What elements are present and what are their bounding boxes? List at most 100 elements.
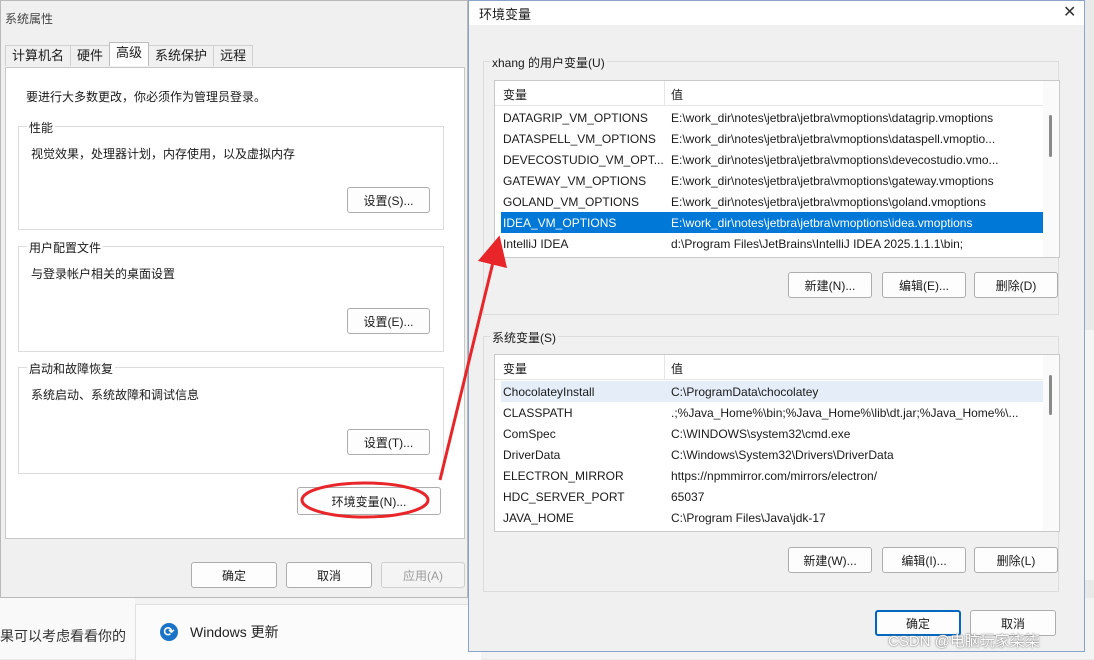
row-variable: DATAGRIP_VM_OPTIONS [503, 111, 648, 125]
list-header: 变量 值 [495, 81, 1043, 106]
scrollbar-thumb[interactable] [1049, 115, 1052, 157]
environment-variables-dialog: 环境变量 ✕ xhang 的用户变量(U) 变量 值 DATAGRIP_VM_O… [468, 0, 1085, 652]
performance-settings-button[interactable]: 设置(S)... [347, 187, 430, 213]
column-header-variable[interactable]: 变量 [503, 360, 527, 377]
ok-button[interactable]: 确定 [191, 562, 277, 588]
system-properties-dialog: 系统属性 计算机名 硬件 高级 系统保护 远程 要进行大多数更改，你必须作为管理… [0, 0, 468, 598]
row-variable: ChocolateyInstall [503, 385, 595, 399]
system-edit-button[interactable]: 编辑(I)... [882, 547, 966, 573]
background-text: 果可以考虑看看你的 [0, 628, 126, 644]
row-value: C:\Windows\System32\Drivers\DriverData [671, 448, 894, 462]
user-profiles-group: 用户配置文件 与登录帐户相关的桌面设置 设置(E)... [18, 239, 444, 352]
tab-hardware[interactable]: 硬件 [70, 45, 111, 66]
advanced-tab-panel: 要进行大多数更改，你必须作为管理员登录。 性能 视觉效果，处理器计划，内存使用，… [5, 67, 465, 539]
table-row[interactable]: DATAGRIP_VM_OPTIONS E:\work_dir\notes\jet… [501, 107, 1043, 128]
tab-remote[interactable]: 远程 [213, 45, 254, 66]
table-row[interactable]: IntelliJ IDEA d:\Program Files\JetBrains\… [501, 233, 1043, 254]
column-header-variable[interactable]: 变量 [503, 86, 527, 103]
list-header: 变量 值 [495, 355, 1043, 380]
table-row[interactable]: ChocolateyInstall C:\ProgramData\chocolat… [501, 381, 1043, 402]
system-new-button[interactable]: 新建(W)... [788, 547, 872, 573]
environment-variables-button[interactable]: 环境变量(N)... [297, 487, 441, 515]
vertical-scrollbar[interactable] [1043, 81, 1059, 257]
row-value: E:\work_dir\notes\jetbra\jetbra\vmoption… [671, 174, 994, 188]
startup-recovery-desc: 系统启动、系统故障和调试信息 [31, 388, 200, 402]
windows-update-label: Windows 更新 [190, 624, 279, 640]
row-value: https://npmmirror.com/mirrors/electron/ [671, 469, 878, 483]
system-variables-legend: 系统变量(S) [490, 329, 558, 346]
row-value: E:\work_dir\notes\jetbra\jetbra\vmoption… [671, 195, 986, 209]
apply-button[interactable]: 应用(A) [381, 562, 465, 588]
column-header-value[interactable]: 值 [671, 86, 683, 103]
row-variable: GATEWAY_VM_OPTIONS [503, 174, 647, 188]
dialog-title: 环境变量 [479, 7, 532, 22]
background-right-strip [1085, 330, 1094, 580]
row-value: E:\work_dir\notes\jetbra\jetbra\vmoption… [671, 153, 999, 167]
windows-update-item[interactable]: ⟳ Windows 更新 [160, 622, 279, 642]
startup-recovery-settings-button[interactable]: 设置(T)... [347, 429, 430, 455]
user-variables-group: xhang 的用户变量(U) 变量 值 DATAGRIP_VM_OPTIONS E… [483, 54, 1060, 315]
performance-group: 性能 视觉效果，处理器计划，内存使用，以及虚拟内存 设置(S)... [18, 119, 444, 230]
windows-update-icon: ⟳ [160, 623, 178, 641]
row-variable: ComSpec [503, 427, 556, 441]
row-value: E:\work_dir\notes\jetbra\jetbra\vmoption… [671, 132, 996, 146]
performance-legend: 性能 [27, 119, 56, 136]
table-row[interactable]: GOLAND_VM_OPTIONS E:\work_dir\notes\jetbr… [501, 191, 1043, 212]
table-row[interactable]: DEVECOSTUDIO_VM_OPT... E:\work_dir\notes\… [501, 149, 1043, 170]
tab-computer-name[interactable]: 计算机名 [5, 45, 72, 66]
row-value: .;%Java_Home%\bin;%Java_Home%\lib\dt.jar… [671, 406, 1019, 420]
table-row-selected[interactable]: IDEA_VM_OPTIONS E:\work_dir\notes\jetbra\… [501, 212, 1043, 233]
user-profiles-legend: 用户配置文件 [27, 239, 104, 256]
table-row[interactable]: CLASSPATH .;%Java_Home%\bin;%Java_Home%\l… [501, 402, 1043, 423]
system-delete-button[interactable]: 删除(L) [974, 547, 1058, 573]
row-value: 65037 [671, 490, 705, 504]
user-profiles-desc: 与登录帐户相关的桌面设置 [31, 267, 176, 281]
cancel-button[interactable]: 取消 [286, 562, 372, 588]
row-value: E:\work_dir\notes\jetbra\jetbra\vmoption… [671, 111, 994, 125]
row-value: C:\Program Files\Java\jdk-17 [671, 511, 826, 525]
startup-recovery-group: 启动和故障恢复 系统启动、系统故障和调试信息 设置(T)... [18, 360, 444, 474]
table-row[interactable]: DriverData C:\Windows\System32\Drivers\Dr… [501, 444, 1043, 465]
row-variable: CLASSPATH [503, 406, 573, 420]
row-value: C:\ProgramData\chocolatey [671, 385, 819, 399]
user-variables-list[interactable]: 变量 值 DATAGRIP_VM_OPTIONS E:\work_dir\note… [494, 80, 1060, 258]
user-delete-button[interactable]: 删除(D) [974, 272, 1058, 298]
row-variable: GOLAND_VM_OPTIONS [503, 195, 640, 209]
table-row[interactable]: JAVA_HOME C:\Program Files\Java\jdk-17 [501, 507, 1043, 528]
dialog-title: 系统属性 [5, 12, 54, 26]
column-separator[interactable] [664, 355, 665, 379]
row-value: E:\work_dir\notes\jetbra\jetbra\vmoption… [671, 216, 973, 230]
row-variable: IntelliJ IDEA [503, 237, 569, 251]
title-bar: 环境变量 ✕ [469, 1, 1084, 25]
row-variable: JAVA_HOME [503, 511, 574, 525]
column-header-value[interactable]: 值 [671, 360, 683, 377]
row-variable: ELECTRON_MIRROR [503, 469, 624, 483]
column-separator[interactable] [664, 81, 665, 105]
admin-notice: 要进行大多数更改，你必须作为管理员登录。 [26, 90, 267, 104]
tab-system-protection[interactable]: 系统保护 [148, 45, 215, 66]
row-variable: DriverData [503, 448, 561, 462]
close-icon[interactable]: ✕ [1063, 2, 1076, 22]
user-new-button[interactable]: 新建(N)... [788, 272, 872, 298]
row-value: C:\WINDOWS\system32\cmd.exe [671, 427, 851, 441]
user-edit-button[interactable]: 编辑(E)... [882, 272, 966, 298]
scrollbar-thumb[interactable] [1049, 375, 1052, 415]
table-row[interactable]: HDC_SERVER_PORT 65037 [501, 486, 1043, 507]
table-row[interactable]: ELECTRON_MIRROR https://npmmirror.com/mir… [501, 465, 1043, 486]
user-variables-legend: xhang 的用户变量(U) [490, 54, 607, 71]
vertical-scrollbar[interactable] [1043, 355, 1059, 531]
user-profiles-settings-button[interactable]: 设置(E)... [347, 308, 430, 334]
tab-bar: 计算机名 硬件 高级 系统保护 远程 [5, 42, 254, 67]
row-variable: DATASPELL_VM_OPTIONS [503, 132, 656, 146]
system-variables-list[interactable]: 变量 值 ChocolateyInstall C:\ProgramData\cho… [494, 354, 1060, 532]
tab-advanced[interactable]: 高级 [109, 42, 150, 66]
table-row[interactable]: GATEWAY_VM_OPTIONS E:\work_dir\notes\jetb… [501, 170, 1043, 191]
performance-desc: 视觉效果，处理器计划，内存使用，以及虚拟内存 [31, 147, 296, 161]
row-variable: IDEA_VM_OPTIONS [503, 216, 617, 230]
watermark: CSDN @电脑玩家柒柒 [888, 633, 1040, 650]
row-variable: HDC_SERVER_PORT [503, 490, 625, 504]
system-variables-group: 系统变量(S) 变量 值 ChocolateyInstall C:\Program… [483, 329, 1060, 592]
row-value: d:\Program Files\JetBrains\IntelliJ IDEA… [671, 237, 964, 251]
table-row[interactable]: ComSpec C:\WINDOWS\system32\cmd.exe [501, 423, 1043, 444]
table-row[interactable]: DATASPELL_VM_OPTIONS E:\work_dir\notes\je… [501, 128, 1043, 149]
